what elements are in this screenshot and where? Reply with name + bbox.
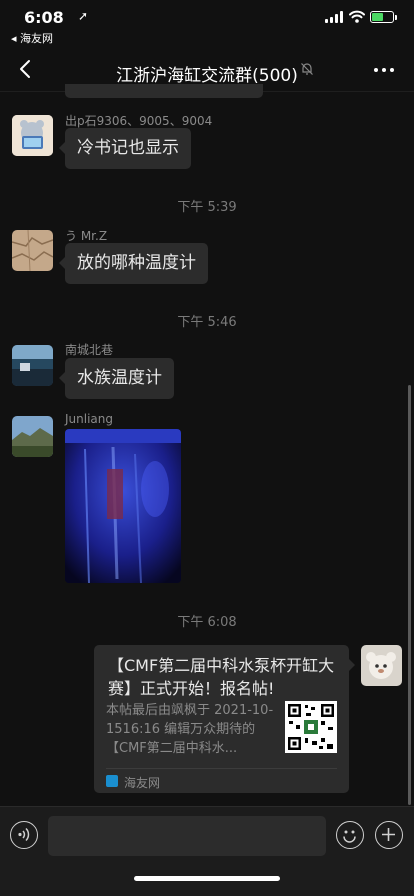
aquarium-photo[interactable]	[65, 429, 181, 583]
signal-icon	[325, 11, 345, 23]
qr-code-thumbnail	[285, 701, 337, 753]
more-dots-icon[interactable]	[373, 67, 395, 73]
site-logo-icon	[106, 775, 118, 787]
avatar[interactable]	[12, 230, 53, 271]
bell-off-icon	[301, 63, 313, 75]
card-source: 海友网	[124, 776, 161, 790]
card-title: 【CMF第二届中科水泵杯开缸大赛】正式开始！报名帖!	[108, 656, 335, 698]
card-description: 本帖最后由飒枫于 2021-10-1516:16 编辑万众期待的【CMF第二届中…	[106, 703, 274, 756]
message-bubble[interactable]: 放的哪种温度计	[59, 243, 208, 284]
my-avatar[interactable]	[361, 645, 402, 686]
voice-icon[interactable]	[10, 821, 38, 849]
scrollbar[interactable]	[408, 385, 411, 805]
avatar[interactable]	[12, 345, 53, 386]
timestamp: 下午 5:46	[177, 315, 237, 330]
previous-message-bubble	[65, 84, 263, 98]
back-to-app-link[interactable]: ◂ 海友网	[11, 30, 53, 46]
timestamp: 下午 6:08	[177, 615, 237, 630]
message-input[interactable]	[48, 816, 326, 856]
chat-title[interactable]: 江浙沪海缸交流群(500)	[0, 61, 414, 86]
battery-icon	[370, 11, 394, 23]
card-divider	[106, 768, 337, 769]
sender-name: 出p石9306、9005、9004	[65, 114, 213, 128]
status-bar: 6:08 ➚ ◂ 海友网	[0, 0, 414, 46]
emoji-icon[interactable]	[336, 821, 364, 849]
timestamp: 下午 5:39	[177, 200, 237, 215]
battery-cap	[395, 15, 397, 20]
status-time: 6:08	[24, 8, 64, 27]
home-indicator[interactable]	[134, 876, 280, 881]
sender-name: Junliang	[65, 412, 113, 426]
avatar[interactable]	[12, 115, 53, 156]
plus-icon[interactable]	[375, 821, 403, 849]
sender-name: う Mr.Z	[65, 229, 108, 243]
avatar[interactable]	[12, 416, 53, 457]
sender-name: 南城北巷	[65, 343, 114, 357]
wifi-icon	[349, 10, 365, 23]
link-card[interactable]: 【CMF第二届中科水泵杯开缸大赛】正式开始！报名帖! 本帖最后由飒枫于 2021…	[94, 645, 355, 793]
message-bubble[interactable]: 冷书记也显示	[59, 128, 191, 169]
location-arrow-icon: ➚	[78, 9, 89, 23]
input-bar	[0, 806, 414, 896]
message-bubble[interactable]: 水族温度计	[59, 358, 174, 399]
